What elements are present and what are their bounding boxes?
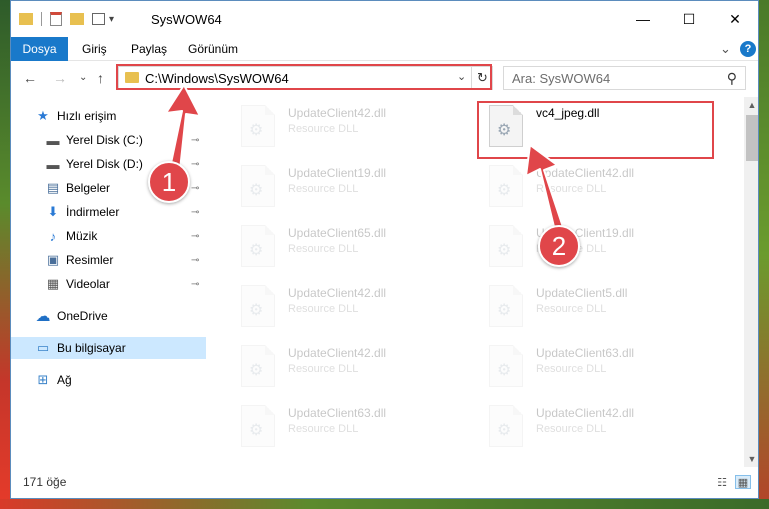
annotation-arrows (165, 84, 564, 232)
step-2-badge: 2 (538, 225, 580, 267)
step-1-badge: 1 (148, 161, 190, 203)
arrow-1 (165, 84, 201, 171)
arrow-2 (525, 144, 564, 232)
